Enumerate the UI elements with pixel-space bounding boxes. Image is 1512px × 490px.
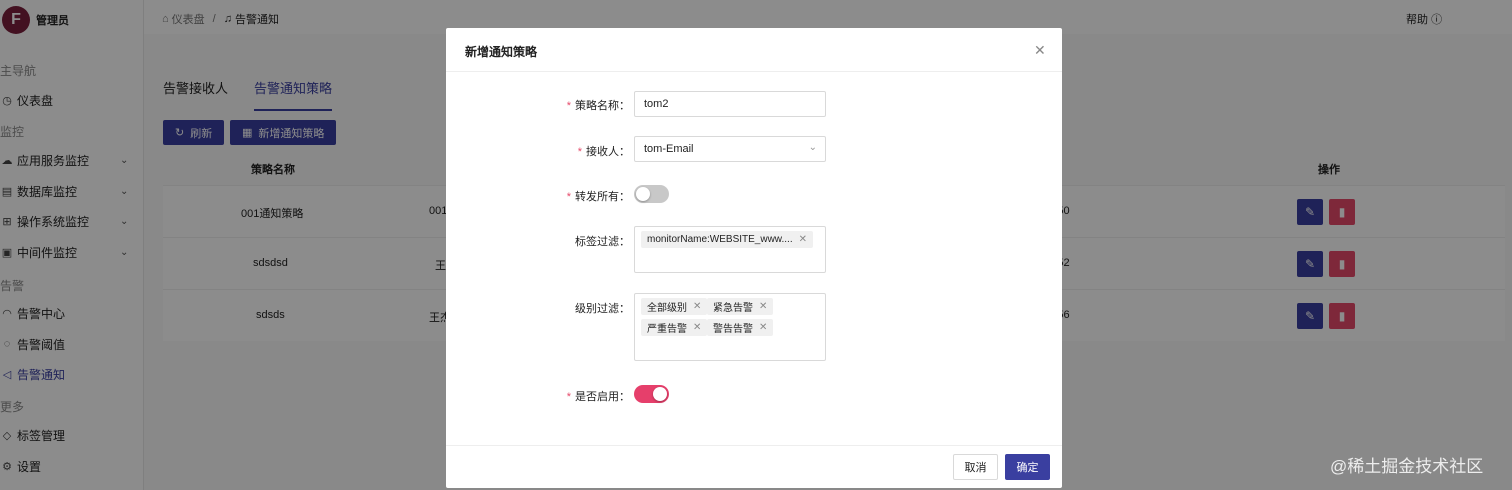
cancel-button[interactable]: 取消 bbox=[953, 454, 998, 480]
required-mark: * bbox=[566, 391, 571, 403]
tag-chip-label: monitorName:WEBSITE_www.... bbox=[647, 234, 793, 245]
toggle-knob bbox=[636, 187, 650, 201]
close-icon[interactable]: ✕ bbox=[693, 322, 701, 333]
label-text: 是否启用 bbox=[575, 391, 619, 403]
level-chip-label: 严重告警 bbox=[647, 324, 687, 335]
receiver-selected-value: tom-Email bbox=[644, 143, 694, 155]
level-filter-field-label: 级别过滤： bbox=[575, 303, 630, 315]
header-divider bbox=[446, 71, 1062, 72]
required-mark: * bbox=[566, 191, 571, 203]
level-filter-select[interactable]: 全部级别 ✕ 紧急告警 ✕ 严重告警 ✕ 警告告警 ✕ bbox=[634, 293, 826, 361]
confirm-button[interactable]: 确定 bbox=[1005, 454, 1050, 480]
enable-field-label: * 是否启用： bbox=[566, 391, 630, 403]
dialog-title: 新增通知策略 bbox=[465, 45, 538, 59]
label-text: 接收人 bbox=[586, 146, 619, 158]
receiver-field-label: * 接收人： bbox=[577, 146, 630, 158]
receiver-select[interactable]: tom-Email ⌄ bbox=[634, 136, 826, 162]
enable-toggle[interactable] bbox=[634, 385, 669, 403]
toggle-knob bbox=[653, 387, 667, 401]
add-policy-dialog: 新增通知策略 ✕ * 策略名称： tom2 * 接收人： tom-Email ⌄ *… bbox=[446, 28, 1062, 488]
label-text: 策略名称 bbox=[575, 100, 619, 112]
level-chip: 紧急告警 ✕ bbox=[707, 298, 774, 315]
forward-all-field-label: * 转发所有： bbox=[566, 191, 630, 203]
label-text: 标签过滤 bbox=[575, 236, 619, 248]
forward-all-toggle[interactable] bbox=[634, 185, 669, 203]
tag-filter-field-label: 标签过滤： bbox=[575, 236, 630, 248]
close-icon[interactable]: ✕ bbox=[1034, 42, 1046, 59]
close-icon[interactable]: ✕ bbox=[759, 322, 767, 333]
close-icon[interactable]: ✕ bbox=[799, 234, 807, 245]
level-chip-label: 紧急告警 bbox=[713, 303, 753, 314]
watermark: @稀土掘金技术社区 bbox=[1330, 457, 1484, 476]
required-mark: * bbox=[577, 146, 582, 158]
label-text: 转发所有 bbox=[575, 191, 619, 203]
policy-name-input[interactable]: tom2 bbox=[634, 91, 826, 117]
required-mark: * bbox=[566, 100, 571, 112]
level-chip-label: 全部级别 bbox=[647, 303, 687, 314]
footer-divider bbox=[446, 445, 1062, 446]
tag-filter-select[interactable]: monitorName:WEBSITE_www.... ✕ bbox=[634, 226, 826, 273]
chevron-down-icon: ⌄ bbox=[808, 142, 817, 153]
name-field-label: * 策略名称： bbox=[566, 100, 630, 112]
level-chip: 全部级别 ✕ bbox=[641, 298, 708, 315]
tag-chip: monitorName:WEBSITE_www.... ✕ bbox=[641, 231, 813, 248]
close-icon[interactable]: ✕ bbox=[693, 301, 701, 312]
level-chip: 警告告警 ✕ bbox=[707, 319, 774, 336]
label-text: 级别过滤 bbox=[575, 303, 619, 315]
close-icon[interactable]: ✕ bbox=[759, 301, 767, 312]
level-chip: 严重告警 ✕ bbox=[641, 319, 708, 336]
level-chip-label: 警告告警 bbox=[713, 324, 753, 335]
